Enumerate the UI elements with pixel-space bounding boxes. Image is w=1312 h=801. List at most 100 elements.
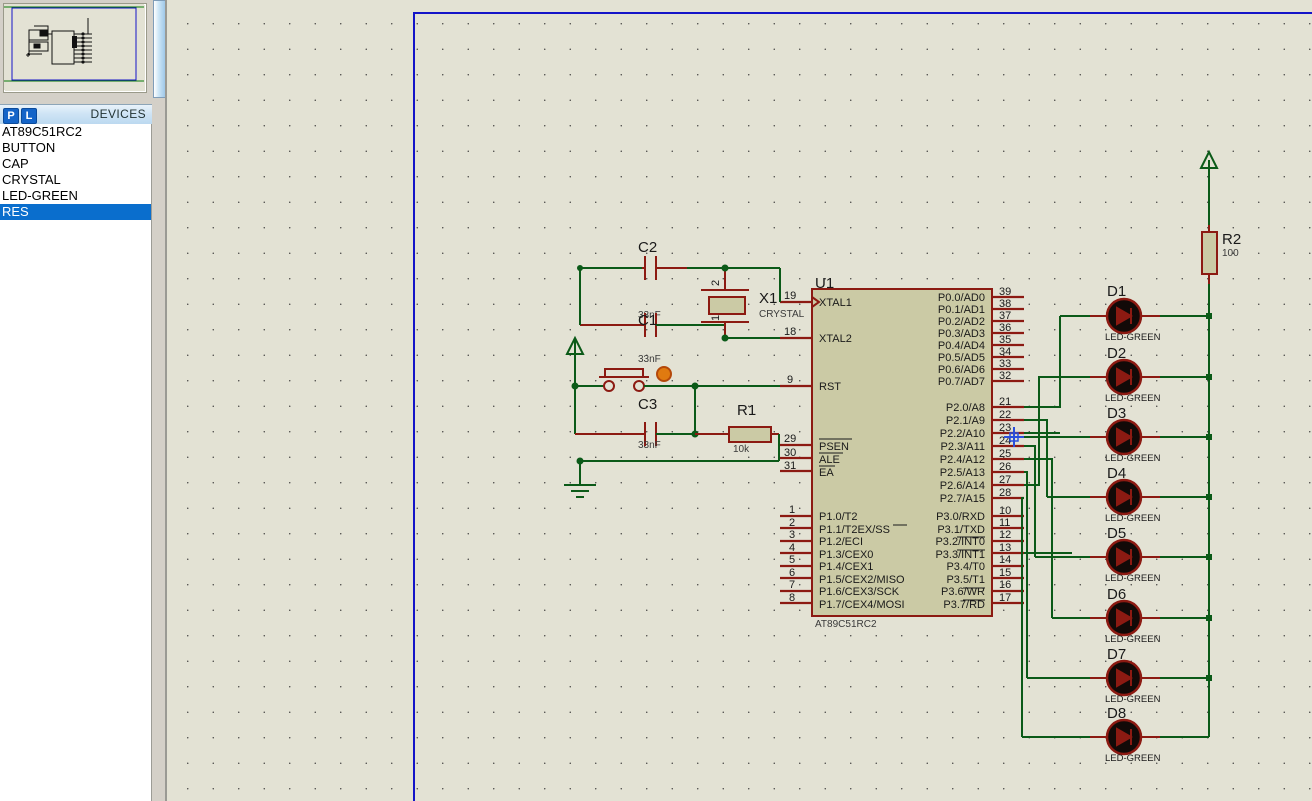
pin-label: P2.3/A11 [941,441,985,453]
pin-number: 27 [999,474,1011,486]
junction-dot [721,334,729,342]
pin-number: 15 [999,567,1011,579]
pin-label: P2.6/A14 [940,480,985,492]
device-list-item[interactable]: LED-GREEN [0,188,151,204]
junction-dot [1206,374,1212,380]
pin-label: P3.5/T1 [946,574,985,586]
d5-ref: D5 [1107,525,1126,542]
button-actuator-icon[interactable] [656,366,672,382]
pin-number: 11 [999,517,1010,529]
d4-ref: D4 [1107,465,1126,482]
pin-label: P3.0/RXD [936,511,985,523]
device-list-item[interactable]: CAP [0,156,151,172]
led-d1[interactable]: D1 LED-GREEN [1060,283,1212,343]
pin-number: 31 [784,460,796,472]
pin-label: P0.5/AD5 [938,352,985,364]
pin-number: 9 [787,374,793,386]
junction-dot [721,264,729,272]
pin-label: P1.6/CEX3/SCK [819,586,900,598]
led-d5[interactable]: D5 LED-GREEN [1035,525,1212,584]
junction-dot [1206,675,1212,681]
devices-list[interactable]: AT89C51RC2 BUTTON CAP CRYSTAL LED-GREEN … [0,124,152,801]
pin-number: 16 [999,579,1011,591]
left-panel: P L DEVICES AT89C51RC2 BUTTON CAP CRYSTA… [0,0,152,801]
junction-dot [1206,313,1212,319]
pin-number: 17 [999,592,1011,604]
pin-label: P1.3/CEX0 [819,549,873,561]
schematic-drawing: .w{stroke:#0b5a18;stroke-width:2;fill:no… [564,149,1241,764]
led-d7[interactable]: D7 LED-GREEN [1027,646,1212,705]
r1-value: 10k [733,444,750,455]
led-d2[interactable]: D2 LED-GREEN [1060,345,1212,404]
button-terminal-right[interactable] [633,380,645,392]
pin-label: P0.3/AD3 [938,328,985,340]
pin-number: 39 [999,286,1011,298]
pin-number: 10 [999,505,1011,517]
led-bank[interactable]: D1 LED-GREEN D2 LED-GREEN D3 LED-GREEN D… [1012,283,1212,764]
pin-label: P2.5/A13 [940,467,985,479]
mcu-u1[interactable]: U1 AT89C51RC2 19 XTAL1 18 XTAL2 9 RST 29… [780,275,1024,630]
led-d3[interactable]: D3 LED-GREEN [1012,405,1212,464]
c1-value: 33nF [638,354,661,365]
device-list-item[interactable]: AT89C51RC2 [0,124,151,140]
pin-label: XTAL2 [819,333,852,345]
pin-label: P3.1/TXD [937,524,985,536]
d2-ref: D2 [1107,345,1126,362]
pin-label: ALE [819,454,840,466]
pin-number: 6 [789,567,795,579]
vertical-scrollbar[interactable] [152,0,166,801]
pin-label: P0.1/AD1 [938,304,985,316]
d8-value: LED-GREEN [1105,753,1161,764]
pin-number: 7 [789,579,795,591]
pin-label: P0.4/AD4 [938,340,985,352]
d6-ref: D6 [1107,586,1126,603]
pin-number: 23 [999,422,1011,434]
reset-network[interactable]: C3 33nF R1 10k [564,335,780,498]
junction-dot [1206,434,1212,440]
junction-dot [576,457,584,465]
pin-number: 13 [999,542,1011,554]
x1-pin2: 2 [710,280,722,286]
pin-label: P2.7/A15 [940,493,985,505]
x1-ref: X1 [759,290,777,307]
pin-label: P3.4/T0 [946,561,985,573]
pin-label: P0.0/AD0 [938,292,985,304]
p2-led-routing [1021,316,1072,737]
x1-pin1: 1 [710,315,722,321]
pin-label: P1.0/T2 [819,511,858,523]
d8-ref: D8 [1107,705,1126,722]
schematic-overview-thumbnail[interactable] [3,3,147,93]
pin-label: XTAL1 [819,297,852,309]
led-d4[interactable]: D4 LED-GREEN [1047,465,1212,524]
schematic-canvas[interactable]: .w{stroke:#0b5a18;stroke-width:2;fill:no… [167,0,1312,801]
pin-label: P2.4/A12 [940,454,985,466]
pin-number: 36 [999,322,1011,334]
device-list-item[interactable]: BUTTON [0,140,151,156]
pin-number: 21 [999,396,1011,408]
led-supply-branch[interactable]: R2 100 [1199,149,1241,737]
pin-label: P3.2/INT0 [935,536,985,548]
r2-value: 100 [1222,248,1239,259]
device-list-item-selected[interactable]: RES [0,204,151,220]
pin-number: 28 [999,487,1011,499]
mcu-right-pins: 39 P0.0/AD0 38 P0.1/AD1 37 P0.2/AD2 36 P… [935,286,1024,611]
proteus-window: P L DEVICES AT89C51RC2 BUTTON CAP CRYSTA… [0,0,1312,801]
pin-label: P1.4/CEX1 [819,561,873,573]
led-d8[interactable]: D8 LED-GREEN [1022,705,1209,764]
c3-ref: C3 [638,396,657,413]
d2-value: LED-GREEN [1105,393,1161,404]
pin-label: P2.0/A8 [946,402,985,414]
button-terminal-left[interactable] [603,380,615,392]
d3-ref: D3 [1107,405,1126,422]
oscillator-network[interactable]: C2 33nF C1 33nF X1 CRYSTAL 2 1 [577,239,805,365]
device-list-item[interactable]: CRYSTAL [0,172,151,188]
junction-dot [1206,554,1212,560]
led-d6[interactable]: D6 LED-GREEN [1052,586,1212,645]
c2-ref: C2 [638,239,657,256]
pin-label: P1.1/T2EX/SS [819,524,890,536]
pin-number: 3 [789,529,795,541]
pin-number: 25 [999,448,1011,460]
pin-number: 35 [999,334,1011,346]
pin-label: P3.7/RD [943,599,985,611]
devices-panel-title: DEVICES [90,107,146,121]
